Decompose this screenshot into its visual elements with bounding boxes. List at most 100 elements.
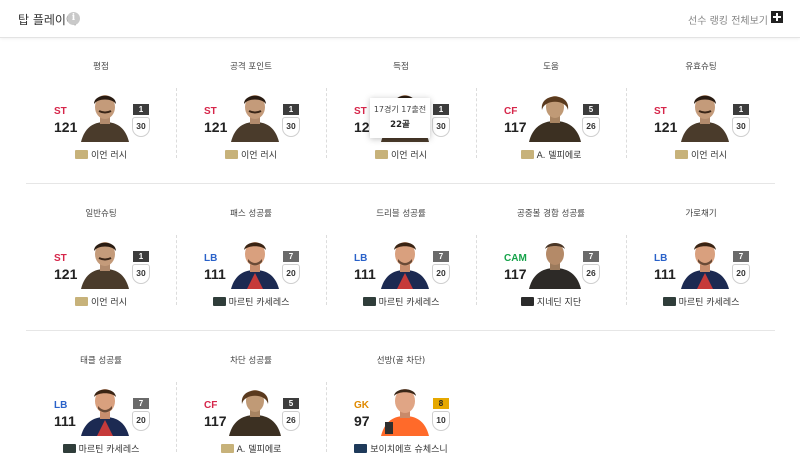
player-name-row[interactable]: 이언 러시 [26, 295, 176, 308]
season-badge-icon [75, 297, 88, 306]
player-photo[interactable] [679, 235, 731, 289]
season-badge-icon [220, 444, 234, 453]
plus-icon[interactable] [771, 11, 783, 23]
overall-rating: 97 [354, 413, 370, 429]
category-title: 평점 [93, 62, 109, 72]
player-card[interactable]: 차단 성공률 CF 117 5 26 A. 델피에로 [176, 354, 326, 474]
player-name-row[interactable]: 마르틴 카세레스 [626, 295, 776, 308]
player-name[interactable]: 보이치에흐 슈체스니 [370, 445, 447, 455]
player-photo[interactable] [79, 88, 131, 142]
card-separator [326, 88, 327, 158]
view-all-rankings-link[interactable]: 선수 랭킹 전체보기 [688, 12, 768, 27]
card-separator [476, 235, 477, 305]
player-photo[interactable] [79, 235, 131, 289]
player-name-row[interactable]: 이언 러시 [26, 148, 176, 161]
rank-badge: 1 [433, 104, 449, 115]
rank-badge: 7 [733, 251, 749, 262]
player-card[interactable]: 드리블 성공률 LB 111 7 20 마르틴 카세레스 [326, 207, 476, 327]
stat-count-shield: 30 [432, 117, 450, 137]
category-title: 득점 [393, 62, 409, 72]
position-label: LB [204, 253, 218, 264]
season-badge-icon [520, 297, 534, 306]
player-photo[interactable] [679, 88, 731, 142]
position-label: CF [204, 400, 218, 411]
player-name-row[interactable]: 마르틴 카세레스 [326, 295, 476, 308]
position-label: ST [54, 106, 67, 117]
player-photo[interactable] [79, 382, 131, 436]
info-icon[interactable]: i [67, 12, 80, 25]
category-title: 선방(골 차단) [376, 356, 426, 366]
stat-count-shield: 26 [582, 117, 600, 137]
overall-rating: 111 [354, 266, 376, 282]
player-name-row[interactable]: 보이치에흐 슈체스니 [326, 442, 476, 455]
overall-rating: 121 [54, 266, 78, 282]
player-photo[interactable] [229, 88, 281, 142]
player-name[interactable]: 이언 러시 [241, 151, 277, 161]
rank-badge: 7 [133, 398, 149, 409]
category-title: 패스 성공률 [230, 209, 272, 219]
player-name[interactable]: A. 델피에로 [237, 445, 282, 455]
category-title: 태클 성공률 [80, 356, 122, 366]
player-card[interactable]: 도움 CF 117 5 26 A. 델피에로 [476, 60, 626, 180]
player-name[interactable]: 이언 러시 [91, 298, 127, 308]
season-badge-icon [662, 297, 676, 306]
player-photo[interactable] [229, 235, 281, 289]
player-name-row[interactable]: 마르틴 카세레스 [176, 295, 326, 308]
player-photo[interactable] [529, 235, 581, 289]
rank-badge: 5 [283, 398, 299, 409]
stat-count-shield: 26 [282, 411, 300, 431]
player-photo[interactable] [529, 88, 581, 142]
player-name[interactable]: 이언 러시 [691, 151, 727, 161]
overall-rating: 117 [504, 119, 527, 135]
stat-count-shield: 26 [582, 264, 600, 284]
position-label: ST [354, 106, 367, 117]
player-name[interactable]: 이언 러시 [391, 151, 427, 161]
position-label: ST [654, 106, 667, 117]
season-badge-icon [675, 150, 688, 159]
player-card[interactable]: 일반슈팅 ST 121 1 30 이언 러시 [26, 207, 176, 327]
player-card[interactable]: 공격 포인트 ST 121 1 30 이언 러시 [176, 60, 326, 180]
player-name[interactable]: 마르틴 카세레스 [679, 298, 740, 308]
player-card[interactable]: 평점 ST 121 1 30 이언 러시 [26, 60, 176, 180]
position-label: LB [354, 253, 368, 264]
player-name[interactable]: 마르틴 카세레스 [379, 298, 440, 308]
player-card[interactable]: 선방(골 차단) GK 97 8 10 보이치에흐 슈체스니 [326, 354, 476, 474]
player-card[interactable]: 태클 성공률 LB 111 7 20 마르틴 카세레스 [26, 354, 176, 474]
season-badge-icon [225, 150, 238, 159]
overall-rating: 117 [204, 413, 227, 429]
player-name[interactable]: 마르틴 카세레스 [229, 298, 290, 308]
player-name[interactable]: A. 델피에로 [537, 151, 582, 161]
player-photo[interactable] [379, 382, 431, 436]
player-name-row[interactable]: 지네딘 지단 [476, 295, 626, 308]
player-card[interactable]: 유효슈팅 ST 121 1 30 이언 러시 [626, 60, 776, 180]
overall-rating: 111 [204, 266, 226, 282]
player-photo[interactable] [379, 235, 431, 289]
player-name-row[interactable]: A. 델피에로 [176, 442, 326, 455]
player-name-row[interactable]: 이언 러시 [626, 148, 776, 161]
player-name-row[interactable]: 이언 러시 [326, 148, 476, 161]
position-label: GK [354, 400, 369, 411]
category-title: 공격 포인트 [230, 62, 272, 72]
card-separator [176, 88, 177, 158]
stat-count-shield: 30 [732, 117, 750, 137]
rank-badge: 7 [283, 251, 299, 262]
card-separator [476, 88, 477, 158]
overall-rating: 121 [654, 119, 678, 135]
category-title: 드리블 성공률 [376, 209, 426, 219]
player-name[interactable]: 마르틴 카세레스 [79, 445, 140, 455]
player-name[interactable]: 이언 러시 [91, 151, 127, 161]
category-title: 유효슈팅 [685, 62, 717, 72]
player-card[interactable]: 공중볼 경합 성공률 CAM 117 7 26 지네딘 지단 [476, 207, 626, 327]
player-card[interactable]: 패스 성공률 LB 111 7 20 마르틴 카세레스 [176, 207, 326, 327]
player-name-row[interactable]: 마르틴 카세레스 [26, 442, 176, 455]
player-card[interactable]: 가로채기 LB 111 7 20 마르틴 카세레스 [626, 207, 776, 327]
player-name[interactable]: 지네딘 지단 [537, 298, 581, 308]
player-name-row[interactable]: A. 델피에로 [476, 148, 626, 161]
card-separator [326, 235, 327, 305]
card-separator [626, 88, 627, 158]
overall-rating: 121 [204, 119, 228, 135]
row-divider [26, 183, 775, 184]
rank-badge: 7 [583, 251, 599, 262]
player-photo[interactable] [229, 382, 281, 436]
player-name-row[interactable]: 이언 러시 [176, 148, 326, 161]
